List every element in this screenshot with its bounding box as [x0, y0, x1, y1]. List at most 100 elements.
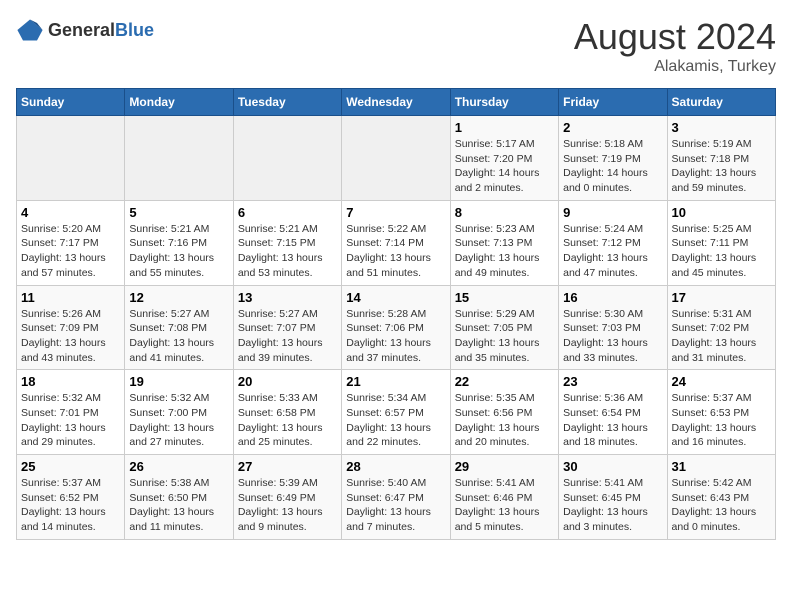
cell-content: Sunrise: 5:22 AMSunset: 7:14 PMDaylight:… [346, 222, 445, 281]
calendar-cell [342, 116, 450, 201]
day-number: 9 [563, 205, 662, 220]
calendar-cell: 28 Sunrise: 5:40 AMSunset: 6:47 PMDayligh… [342, 455, 450, 540]
day-number: 22 [455, 374, 554, 389]
calendar-cell: 6 Sunrise: 5:21 AMSunset: 7:15 PMDaylight… [233, 200, 341, 285]
day-header-thursday: Thursday [450, 89, 558, 116]
day-header-monday: Monday [125, 89, 233, 116]
cell-content: Sunrise: 5:21 AMSunset: 7:15 PMDaylight:… [238, 222, 337, 281]
day-number: 25 [21, 459, 120, 474]
cell-content: Sunrise: 5:29 AMSunset: 7:05 PMDaylight:… [455, 307, 554, 366]
day-number: 4 [21, 205, 120, 220]
week-row-3: 11 Sunrise: 5:26 AMSunset: 7:09 PMDayligh… [17, 285, 776, 370]
day-header-sunday: Sunday [17, 89, 125, 116]
day-number: 19 [129, 374, 228, 389]
calendar-cell: 8Sunrise: 5:23 AMSunset: 7:13 PMDaylight… [450, 200, 558, 285]
day-number: 21 [346, 374, 445, 389]
cell-content: Sunrise: 5:41 AMSunset: 6:45 PMDaylight:… [563, 476, 662, 535]
day-number: 26 [129, 459, 228, 474]
day-number: 24 [672, 374, 771, 389]
calendar-table: SundayMondayTuesdayWednesdayThursdayFrid… [16, 88, 776, 540]
cell-content: Sunrise: 5:37 AMSunset: 6:53 PMDaylight:… [672, 391, 771, 450]
cell-content: Sunrise: 5:30 AMSunset: 7:03 PMDaylight:… [563, 307, 662, 366]
calendar-cell: 17Sunrise: 5:31 AMSunset: 7:02 PMDayligh… [667, 285, 775, 370]
cell-content: Sunrise: 5:32 AMSunset: 7:00 PMDaylight:… [129, 391, 228, 450]
cell-content: Sunrise: 5:41 AMSunset: 6:46 PMDaylight:… [455, 476, 554, 535]
logo-blue: Blue [115, 20, 154, 40]
calendar-cell: 1Sunrise: 5:17 AMSunset: 7:20 PMDaylight… [450, 116, 558, 201]
calendar-cell: 20 Sunrise: 5:33 AMSunset: 6:58 PMDayligh… [233, 370, 341, 455]
day-number: 1 [455, 120, 554, 135]
calendar-cell: 13 Sunrise: 5:27 AMSunset: 7:07 PMDayligh… [233, 285, 341, 370]
calendar-cell: 29 Sunrise: 5:41 AMSunset: 6:46 PMDayligh… [450, 455, 558, 540]
calendar-cell: 2 Sunrise: 5:18 AMSunset: 7:19 PMDaylight… [559, 116, 667, 201]
logo-icon [16, 16, 44, 44]
calendar-cell: 24 Sunrise: 5:37 AMSunset: 6:53 PMDayligh… [667, 370, 775, 455]
day-header-tuesday: Tuesday [233, 89, 341, 116]
calendar-cell: 7Sunrise: 5:22 AMSunset: 7:14 PMDaylight… [342, 200, 450, 285]
calendar-cell: 9 Sunrise: 5:24 AMSunset: 7:12 PMDaylight… [559, 200, 667, 285]
cell-content: Sunrise: 5:40 AMSunset: 6:47 PMDaylight:… [346, 476, 445, 535]
calendar-cell: 18Sunrise: 5:32 AMSunset: 7:01 PMDayligh… [17, 370, 125, 455]
cell-content: Sunrise: 5:33 AMSunset: 6:58 PMDaylight:… [238, 391, 337, 450]
day-header-friday: Friday [559, 89, 667, 116]
day-number: 10 [672, 205, 771, 220]
main-title: August 2024 [574, 16, 776, 58]
cell-content: Sunrise: 5:31 AMSunset: 7:02 PMDaylight:… [672, 307, 771, 366]
day-number: 20 [238, 374, 337, 389]
calendar-cell: 25 Sunrise: 5:37 AMSunset: 6:52 PMDayligh… [17, 455, 125, 540]
week-row-5: 25 Sunrise: 5:37 AMSunset: 6:52 PMDayligh… [17, 455, 776, 540]
calendar-cell: 19 Sunrise: 5:32 AMSunset: 7:00 PMDayligh… [125, 370, 233, 455]
week-row-2: 4Sunrise: 5:20 AMSunset: 7:17 PMDaylight… [17, 200, 776, 285]
cell-content: Sunrise: 5:35 AMSunset: 6:56 PMDaylight:… [455, 391, 554, 450]
day-number: 12 [129, 290, 228, 305]
day-number: 15 [455, 290, 554, 305]
day-number: 2 [563, 120, 662, 135]
day-number: 28 [346, 459, 445, 474]
day-number: 5 [129, 205, 228, 220]
day-number: 6 [238, 205, 337, 220]
day-number: 11 [21, 290, 120, 305]
day-number: 27 [238, 459, 337, 474]
cell-content: Sunrise: 5:21 AMSunset: 7:16 PMDaylight:… [129, 222, 228, 281]
logo-general: General [48, 20, 115, 40]
calendar-cell: 22 Sunrise: 5:35 AMSunset: 6:56 PMDayligh… [450, 370, 558, 455]
cell-content: Sunrise: 5:34 AMSunset: 6:57 PMDaylight:… [346, 391, 445, 450]
cell-content: Sunrise: 5:19 AMSunset: 7:18 PMDaylight:… [672, 137, 771, 196]
calendar-cell: 16Sunrise: 5:30 AMSunset: 7:03 PMDayligh… [559, 285, 667, 370]
day-number: 13 [238, 290, 337, 305]
day-number: 30 [563, 459, 662, 474]
calendar-cell: 30 Sunrise: 5:41 AMSunset: 6:45 PMDayligh… [559, 455, 667, 540]
cell-content: Sunrise: 5:27 AMSunset: 7:08 PMDaylight:… [129, 307, 228, 366]
calendar-cell: 11 Sunrise: 5:26 AMSunset: 7:09 PMDayligh… [17, 285, 125, 370]
day-number: 29 [455, 459, 554, 474]
calendar-cell: 15 Sunrise: 5:29 AMSunset: 7:05 PMDayligh… [450, 285, 558, 370]
calendar-cell: 26Sunrise: 5:38 AMSunset: 6:50 PMDayligh… [125, 455, 233, 540]
calendar-cell [125, 116, 233, 201]
calendar-cell: 21 Sunrise: 5:34 AMSunset: 6:57 PMDayligh… [342, 370, 450, 455]
logo-text: GeneralBlue [48, 20, 154, 41]
calendar-cell: 23Sunrise: 5:36 AMSunset: 6:54 PMDayligh… [559, 370, 667, 455]
days-header-row: SundayMondayTuesdayWednesdayThursdayFrid… [17, 89, 776, 116]
calendar-cell [233, 116, 341, 201]
day-number: 23 [563, 374, 662, 389]
cell-content: Sunrise: 5:24 AMSunset: 7:12 PMDaylight:… [563, 222, 662, 281]
subtitle: Alakamis, Turkey [574, 58, 776, 76]
cell-content: Sunrise: 5:18 AMSunset: 7:19 PMDaylight:… [563, 137, 662, 196]
week-row-1: 1Sunrise: 5:17 AMSunset: 7:20 PMDaylight… [17, 116, 776, 201]
day-number: 3 [672, 120, 771, 135]
cell-content: Sunrise: 5:42 AMSunset: 6:43 PMDaylight:… [672, 476, 771, 535]
cell-content: Sunrise: 5:26 AMSunset: 7:09 PMDaylight:… [21, 307, 120, 366]
day-number: 18 [21, 374, 120, 389]
calendar-cell: 3 Sunrise: 5:19 AMSunset: 7:18 PMDaylight… [667, 116, 775, 201]
cell-content: Sunrise: 5:37 AMSunset: 6:52 PMDaylight:… [21, 476, 120, 535]
cell-content: Sunrise: 5:27 AMSunset: 7:07 PMDaylight:… [238, 307, 337, 366]
calendar-cell: 4Sunrise: 5:20 AMSunset: 7:17 PMDaylight… [17, 200, 125, 285]
cell-content: Sunrise: 5:28 AMSunset: 7:06 PMDaylight:… [346, 307, 445, 366]
calendar-cell: 14Sunrise: 5:28 AMSunset: 7:06 PMDayligh… [342, 285, 450, 370]
calendar-cell: 31Sunrise: 5:42 AMSunset: 6:43 PMDayligh… [667, 455, 775, 540]
page-header: GeneralBlue August 2024 Alakamis, Turkey [16, 16, 776, 76]
calendar-cell: 12 Sunrise: 5:27 AMSunset: 7:08 PMDayligh… [125, 285, 233, 370]
calendar-cell: 10Sunrise: 5:25 AMSunset: 7:11 PMDayligh… [667, 200, 775, 285]
logo: GeneralBlue [16, 16, 154, 44]
week-row-4: 18Sunrise: 5:32 AMSunset: 7:01 PMDayligh… [17, 370, 776, 455]
